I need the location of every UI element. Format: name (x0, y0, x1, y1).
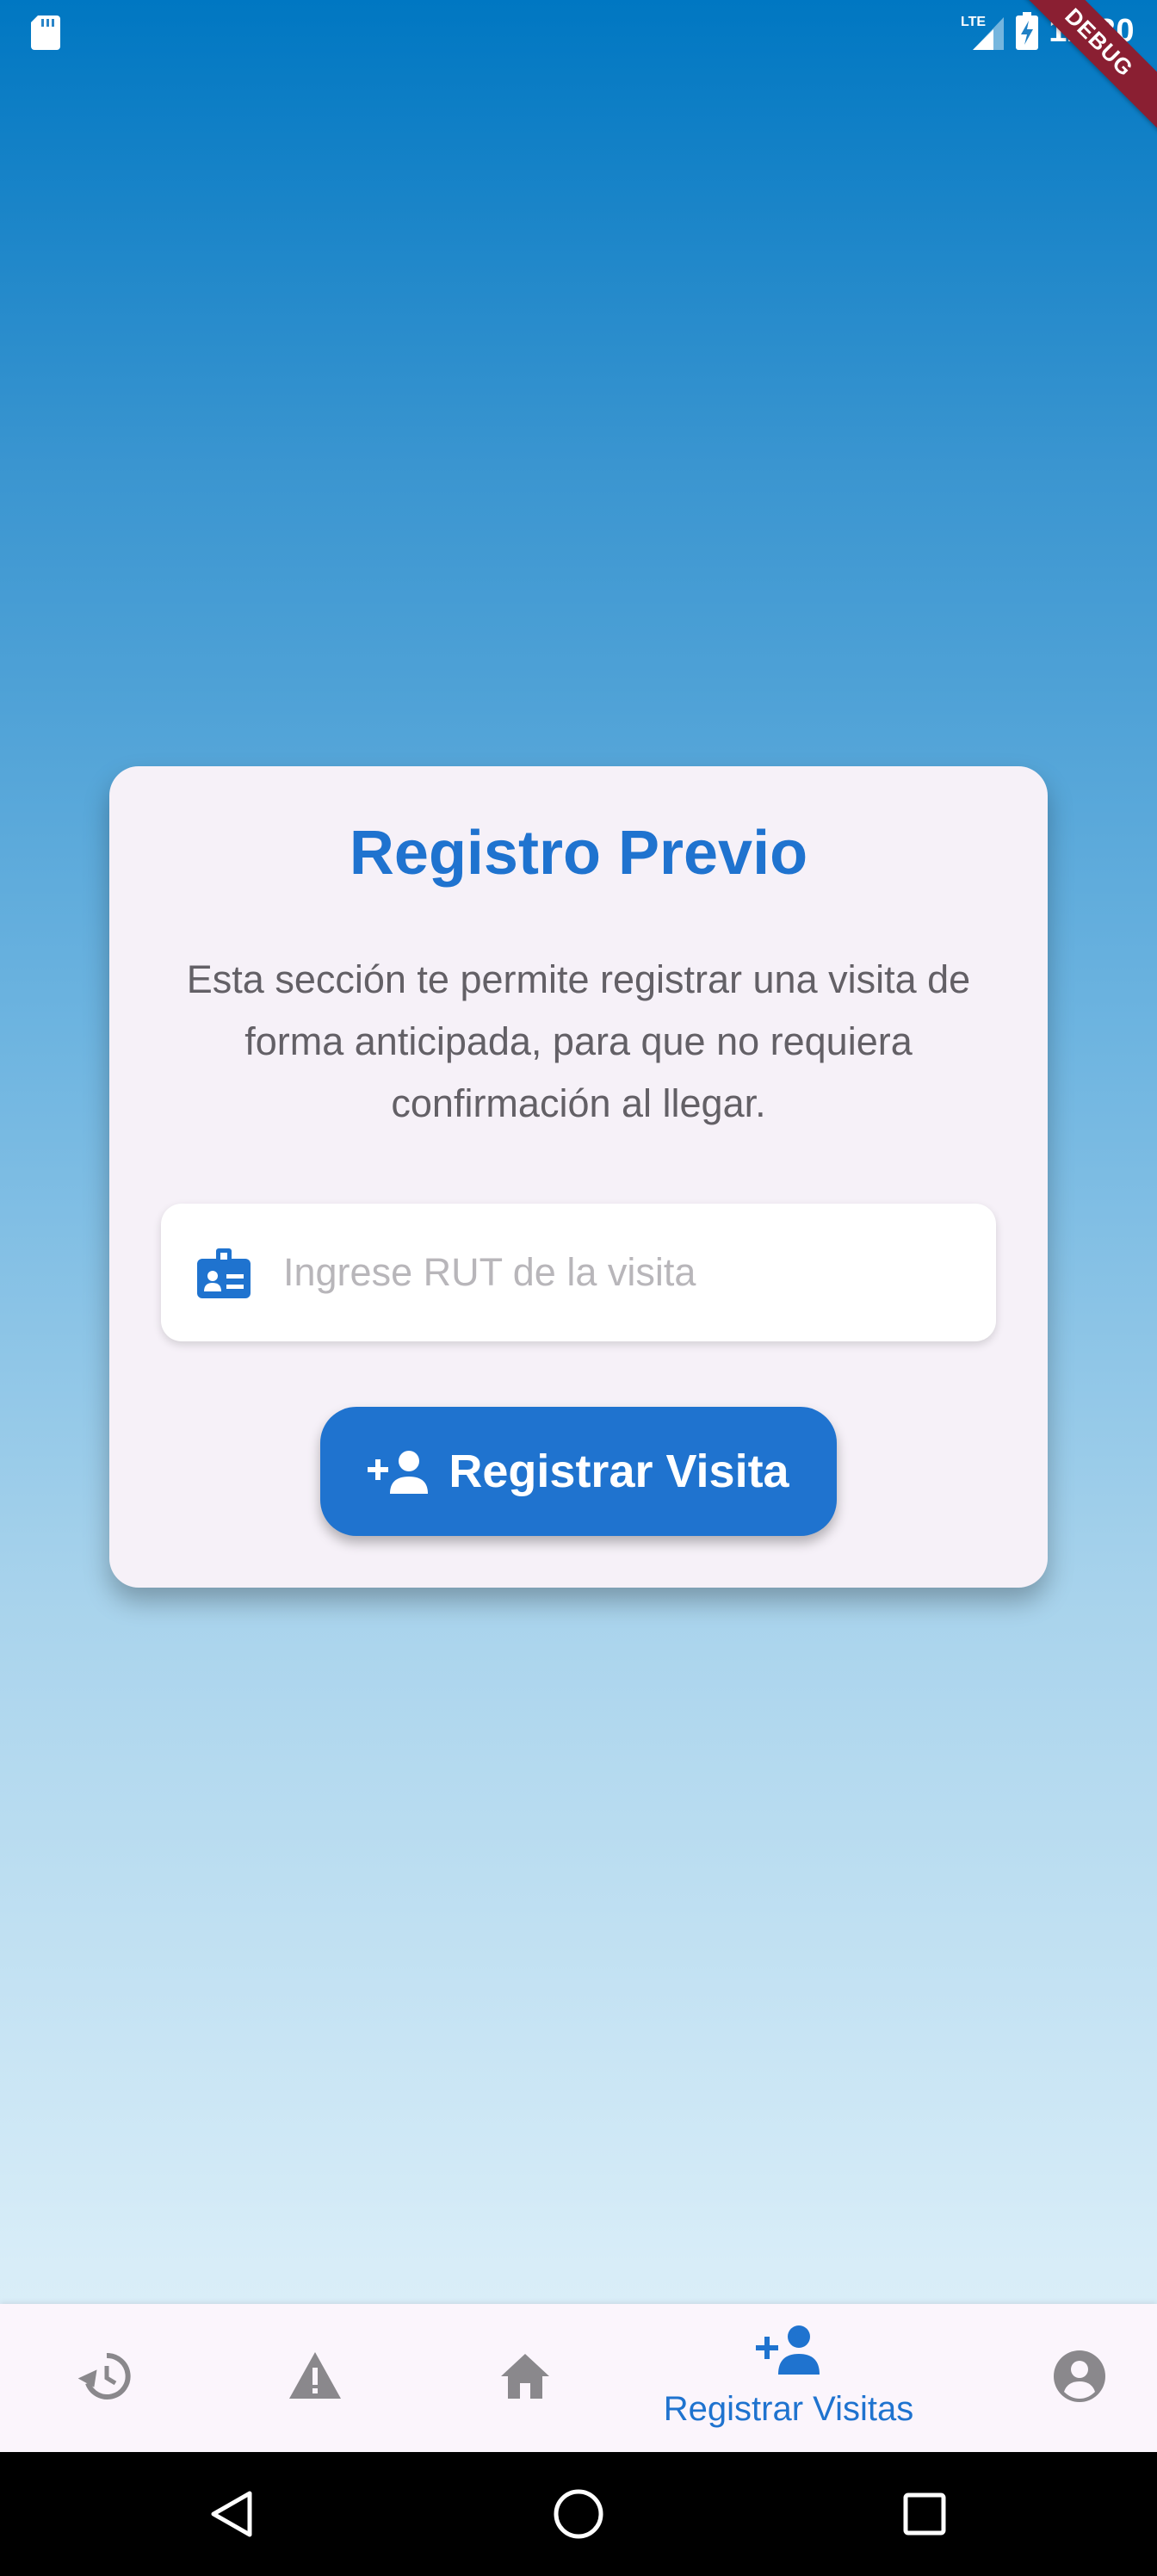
history-icon (77, 2352, 131, 2400)
registro-previo-card: Registro Previo Esta sección te permite … (109, 766, 1048, 1588)
nav-item-home[interactable] (420, 2304, 630, 2452)
nav-item-history[interactable] (0, 2304, 210, 2452)
app-screen: LTE 12:30 DEBUG Registro Previo Esta sec… (0, 0, 1157, 2576)
recents-icon[interactable] (894, 2483, 956, 2545)
back-icon[interactable] (201, 2483, 263, 2545)
svg-text:LTE: LTE (961, 15, 986, 29)
rut-field[interactable] (161, 1204, 996, 1341)
person-add-icon (368, 1451, 429, 1494)
warning-icon (289, 2352, 341, 2399)
card-title: Registro Previo (349, 819, 808, 888)
system-navigation-bar (0, 2452, 1157, 2576)
bottom-navigation: Registrar Visitas (0, 2304, 1157, 2452)
badge-icon (197, 1248, 251, 1298)
nav-item-alerts[interactable] (210, 2304, 420, 2452)
register-visit-label: Registrar Visita (449, 1446, 789, 1497)
nav-label-registrar-visitas: Registrar Visitas (663, 2390, 914, 2428)
card-description: Esta sección te permite registrar una vi… (186, 957, 971, 1125)
sd-card-icon (31, 15, 60, 50)
rut-input[interactable] (283, 1204, 972, 1341)
nav-item-profile[interactable] (974, 2304, 1157, 2452)
lte-signal-icon: LTE (961, 15, 1005, 50)
person-add-icon (756, 2325, 820, 2375)
account-circle-icon (1054, 2350, 1105, 2402)
home-icon (501, 2354, 549, 2399)
home-button-icon[interactable] (548, 2483, 609, 2545)
status-bar: LTE 12:30 DEBUG (0, 0, 1157, 139)
register-visit-button[interactable]: Registrar Visita (320, 1407, 837, 1536)
battery-charging-icon (1016, 12, 1039, 50)
nav-item-registrar-visitas[interactable]: Registrar Visitas (664, 2304, 913, 2452)
